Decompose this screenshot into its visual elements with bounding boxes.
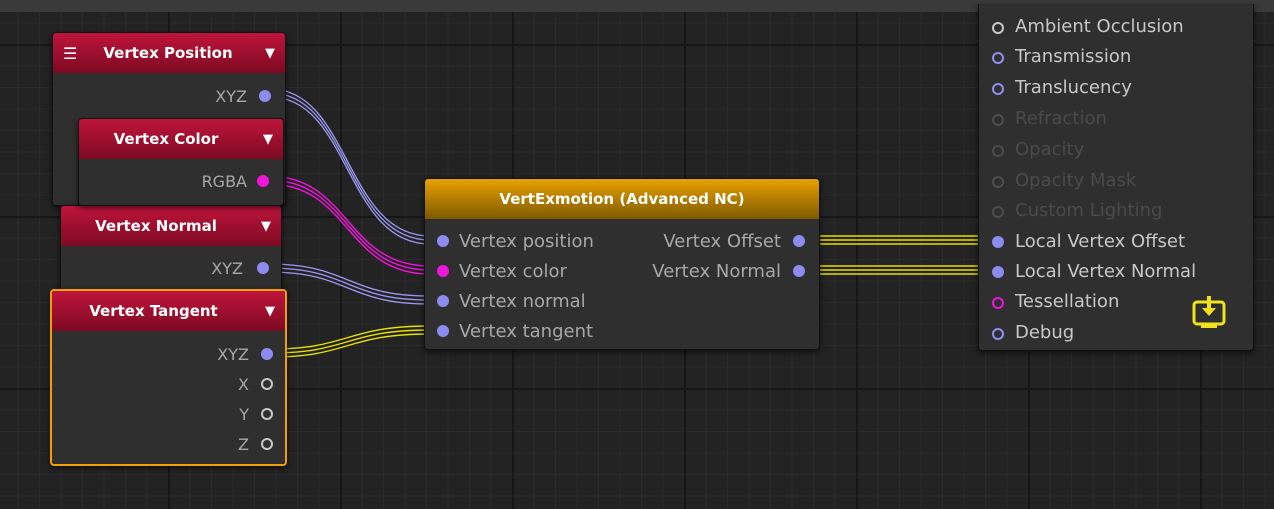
input-label: Transmission: [1015, 46, 1132, 67]
input-port[interactable]: [992, 176, 1004, 188]
wire-position[interactable]: [269, 88, 431, 245]
input-port[interactable]: [992, 236, 1004, 248]
dropdown-arrow-icon[interactable]: ▼: [265, 46, 275, 61]
node-header[interactable]: Vertex Tangent ▼: [52, 291, 285, 331]
node-graph-canvas[interactable]: ☰ Vertex Position ▼ XYZ Vertex Normal ▼ …: [0, 0, 1274, 509]
node-header[interactable]: ☰ Vertex Position ▼: [53, 33, 285, 73]
node-header[interactable]: VertExmotion (Advanced NC): [425, 179, 819, 219]
node-title: Vertex Tangent: [89, 302, 218, 320]
input-label: Translucency: [1015, 77, 1132, 98]
input-port[interactable]: [992, 22, 1004, 34]
port-label: XYZ: [211, 259, 243, 278]
export-icon[interactable]: [1191, 294, 1227, 330]
port-label: RGBA: [201, 172, 247, 191]
input-label: Opacity: [1015, 139, 1085, 160]
input-label: Ambient Occlusion: [1015, 16, 1184, 37]
wire-offset[interactable]: [806, 235, 992, 245]
input-port[interactable]: [437, 265, 449, 277]
input-port[interactable]: [992, 297, 1004, 309]
port-label: Vertex Normal: [652, 261, 781, 282]
port-label: Y: [239, 405, 249, 424]
port-label: Vertex tangent: [459, 321, 594, 342]
output-port[interactable]: [261, 438, 273, 450]
node-title: Vertex Color: [113, 130, 219, 148]
dropdown-arrow-icon[interactable]: ▼: [263, 132, 273, 147]
output-port[interactable]: [793, 235, 805, 247]
port-label: Vertex color: [459, 261, 567, 282]
wire-tangent[interactable]: [269, 325, 431, 358]
input-port[interactable]: [992, 83, 1004, 95]
input-port[interactable]: [437, 295, 449, 307]
wire-out-normal[interactable]: [806, 265, 992, 275]
input-label: Tessellation: [1015, 291, 1120, 312]
input-port[interactable]: [992, 206, 1004, 218]
input-label: Opacity Mask: [1015, 170, 1137, 191]
output-port[interactable]: [259, 90, 271, 102]
input-label: Local Vertex Offset: [1015, 231, 1186, 252]
node-title: Vertex Normal: [95, 217, 217, 235]
input-label: Custom Lighting: [1015, 200, 1163, 221]
input-port[interactable]: [992, 266, 1004, 278]
input-label: Refraction: [1015, 108, 1107, 129]
port-label: XYZ: [215, 87, 247, 106]
input-port[interactable]: [437, 235, 449, 247]
input-port[interactable]: [437, 325, 449, 337]
port-label: Vertex Offset: [663, 231, 781, 252]
port-label: Z: [238, 435, 249, 454]
wire-color[interactable]: [267, 175, 431, 275]
output-port[interactable]: [257, 175, 269, 187]
dropdown-arrow-icon[interactable]: ▼: [261, 219, 271, 234]
input-label: Debug: [1015, 322, 1075, 343]
node-master-output[interactable]: Ambient Occlusion Transmission Transluce…: [978, 4, 1254, 351]
node-vertexmotion[interactable]: VertExmotion (Advanced NC) Vertex positi…: [424, 178, 820, 350]
node-vertex-tangent[interactable]: Vertex Tangent ▼ XYZ X Y Z: [50, 289, 287, 466]
output-port[interactable]: [793, 265, 805, 277]
port-label: Vertex normal: [459, 291, 586, 312]
input-label: Local Vertex Normal: [1015, 261, 1197, 282]
output-port[interactable]: [261, 378, 273, 390]
node-header[interactable]: Vertex Normal ▼: [61, 206, 281, 246]
input-port[interactable]: [992, 52, 1004, 64]
wire-normal[interactable]: [267, 263, 431, 305]
node-title: Vertex Position: [103, 44, 233, 62]
output-port[interactable]: [261, 348, 273, 360]
port-label: Vertex position: [459, 231, 594, 252]
output-port[interactable]: [261, 408, 273, 420]
input-port[interactable]: [992, 328, 1004, 340]
hamburger-icon[interactable]: ☰: [63, 44, 77, 63]
dropdown-arrow-icon[interactable]: ▼: [265, 304, 275, 319]
input-port[interactable]: [992, 114, 1004, 126]
port-label: X: [238, 375, 249, 394]
node-header[interactable]: Vertex Color ▼: [79, 119, 283, 159]
node-vertex-color[interactable]: Vertex Color ▼ RGBA: [78, 118, 284, 206]
port-label: XYZ: [217, 345, 249, 364]
input-port[interactable]: [992, 145, 1004, 157]
output-port[interactable]: [257, 262, 269, 274]
